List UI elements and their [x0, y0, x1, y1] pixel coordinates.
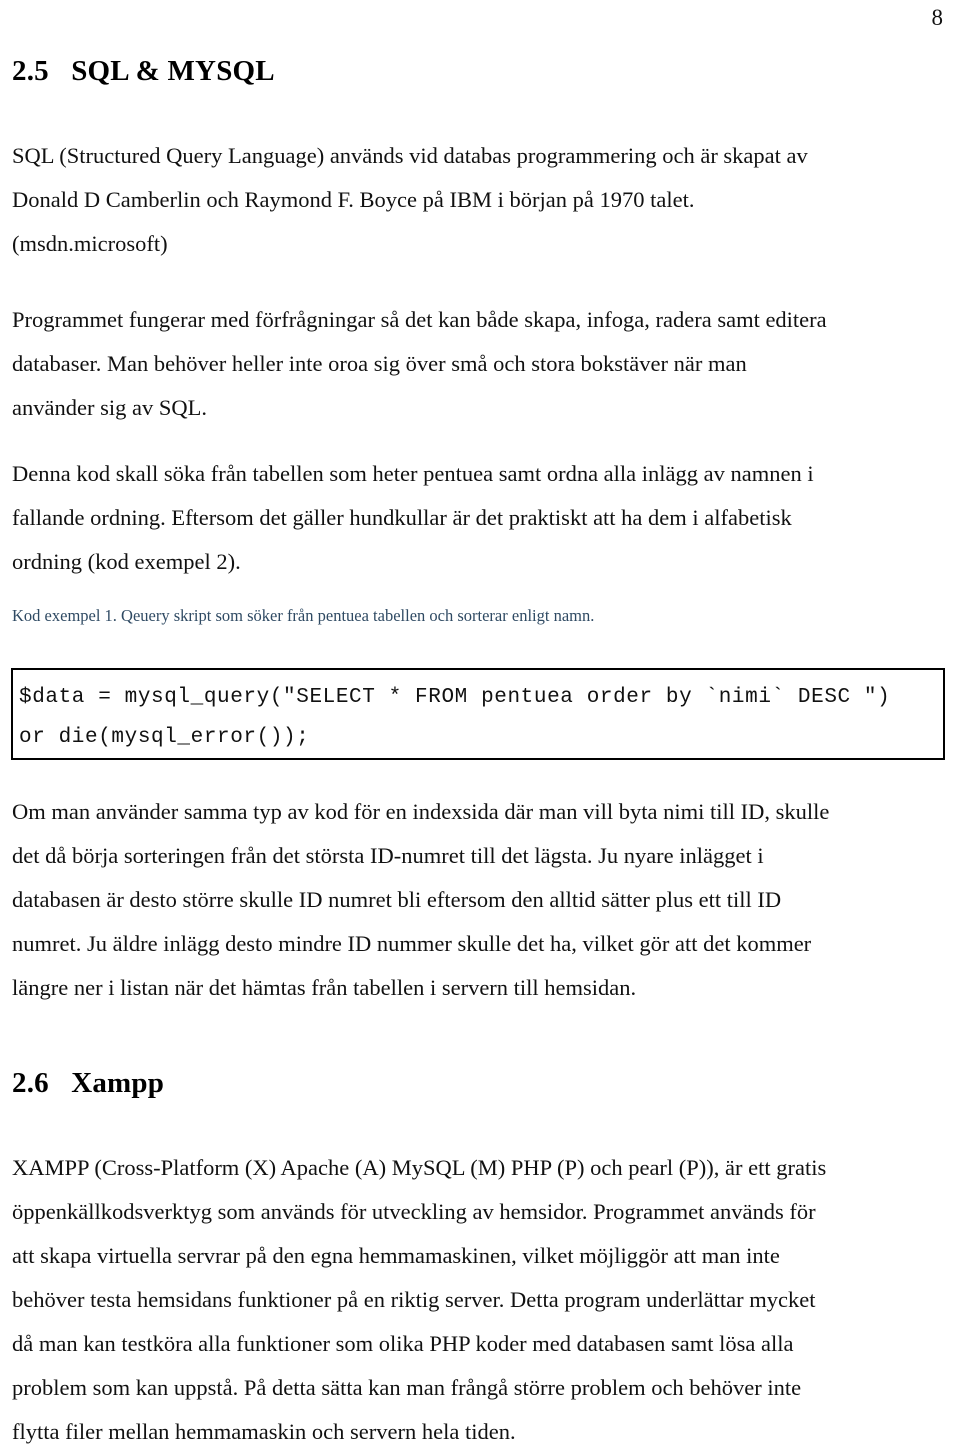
paragraph-line: XAMPP (Cross-Platform (X) Apache (A) MyS…	[12, 1155, 827, 1180]
paragraph-program: Programmet fungerar med förfrågningar så…	[12, 298, 942, 430]
paragraph-line: det då börja sorteringen från det störst…	[12, 843, 764, 868]
paragraph-xampp-details: att skapa virtuella servrar på den egna …	[12, 1234, 942, 1454]
paragraph-line: behöver testa hemsidans funktioner på en…	[12, 1287, 816, 1312]
section-heading-2-5: 2.5 SQL & MYSQL	[12, 55, 275, 87]
paragraph-line: öppenkällkodsverktyg som används för utv…	[12, 1199, 816, 1224]
paragraph-line: problem som kan uppstå. På detta sätta k…	[12, 1375, 802, 1400]
code-block: $data = mysql_query("SELECT * FROM pentu…	[11, 668, 945, 760]
page-number: 8	[931, 5, 944, 30]
paragraph-intro: SQL (Structured Query Language) används …	[12, 134, 942, 222]
paragraph-line: (msdn.microsoft)	[12, 231, 168, 256]
paragraph-line: databaser. Man behöver heller inte oroa …	[12, 351, 747, 376]
paragraph-line: Denna kod skall söka från tabellen som h…	[12, 461, 814, 486]
paragraph-denna-kod: Denna kod skall söka från tabellen som h…	[12, 452, 942, 584]
paragraph-line: Donald D Camberlin och Raymond F. Boyce …	[12, 187, 695, 212]
paragraph-line: databasen är desto större skulle ID numr…	[12, 887, 782, 912]
paragraph-line: att skapa virtuella servrar på den egna …	[12, 1243, 780, 1268]
paragraph-line: Om man använder samma typ av kod för en …	[12, 799, 830, 824]
section-heading-2-6: 2.6 Xampp	[12, 1067, 165, 1099]
code-line: or die(mysql_error());	[19, 726, 310, 749]
paragraph-source: (msdn.microsoft)	[12, 222, 942, 266]
code-example-caption: Kod exempel 1. Qeuery skript som söker f…	[12, 606, 595, 625]
paragraph-line: använder sig av SQL.	[12, 395, 207, 420]
paragraph-line: då man kan testköra alla funktioner som …	[12, 1331, 794, 1356]
document-page: 8 2.5 SQL & MYSQL SQL (Structured Query …	[0, 0, 960, 1446]
paragraph-line: SQL (Structured Query Language) används …	[12, 143, 808, 168]
paragraph-line: flytta filer mellan hemmamaskin och serv…	[12, 1419, 516, 1444]
paragraph-line: längre ner i listan när det hämtas från …	[12, 975, 637, 1000]
code-line: $data = mysql_query("SELECT * FROM pentu…	[19, 686, 891, 709]
paragraph-xampp-intro: XAMPP (Cross-Platform (X) Apache (A) MyS…	[12, 1146, 942, 1234]
paragraph-line: Programmet fungerar med förfrågningar så…	[12, 307, 827, 332]
paragraph-line: fallande ordning. Eftersom det gäller hu…	[12, 505, 792, 530]
paragraph-om-man: Om man använder samma typ av kod för en …	[12, 790, 942, 1010]
paragraph-line: numret. Ju äldre inlägg desto mindre ID …	[12, 931, 812, 956]
paragraph-line: ordning (kod exempel 2).	[12, 549, 241, 574]
